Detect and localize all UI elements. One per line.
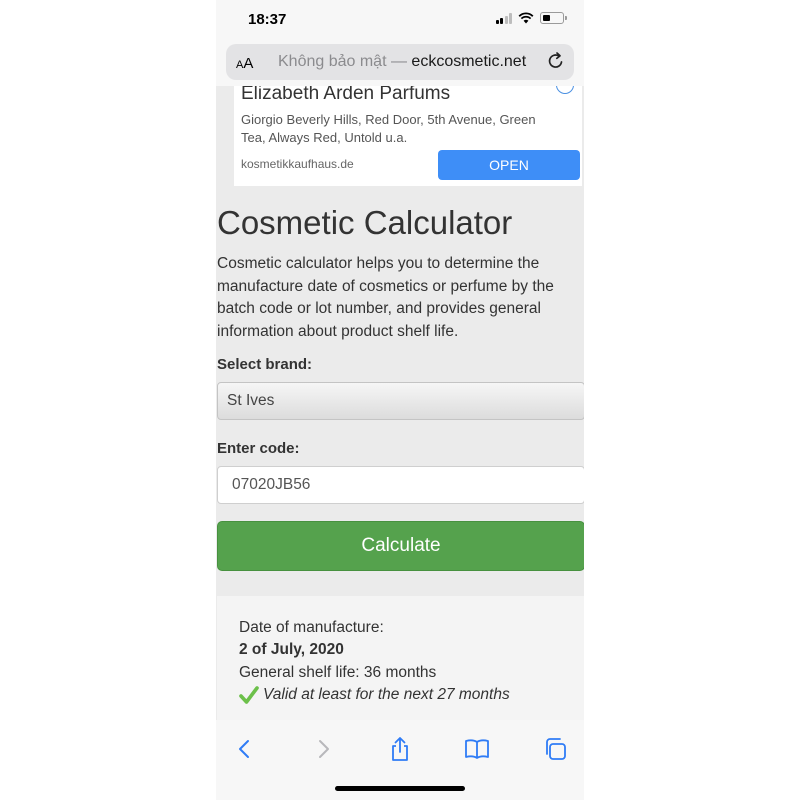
status-time: 18:37 xyxy=(248,11,287,28)
status-icons xyxy=(495,12,567,24)
validity-text: Valid at least for the next 27 months xyxy=(263,686,510,703)
ad-banner[interactable]: Elizabeth Arden Parfums Giorgio Beverly … xyxy=(234,86,582,186)
ad-title[interactable]: Elizabeth Arden Parfums xyxy=(241,86,450,105)
home-indicator[interactable] xyxy=(335,786,465,791)
checkmark-icon xyxy=(239,686,259,704)
manufacture-date: 2 of July, 2020 xyxy=(239,641,344,658)
result-panel: Date of manufacture: 2 of July, 2020 Gen… xyxy=(217,596,584,726)
battery-icon xyxy=(540,12,567,24)
bookmarks-icon[interactable] xyxy=(464,736,490,762)
share-icon[interactable] xyxy=(387,736,413,762)
tabs-icon[interactable] xyxy=(542,736,568,762)
forward-icon[interactable] xyxy=(310,736,336,762)
ad-domain: kosmetikkaufhaus.de xyxy=(241,157,354,171)
ad-description: Giorgio Beverly Hills, Red Door, 5th Ave… xyxy=(241,112,536,145)
manufacture-label: Date of manufacture: xyxy=(239,619,384,636)
validity-row: Valid at least for the next 27 months xyxy=(239,685,510,705)
code-input[interactable]: 07020JB56 xyxy=(217,466,584,504)
page-intro: Cosmetic calculator helps you to determi… xyxy=(217,255,554,340)
calculate-button[interactable]: Calculate xyxy=(217,521,584,571)
reload-icon[interactable] xyxy=(546,51,566,71)
shelf-life-text: General shelf life: 36 months xyxy=(239,664,437,681)
address-bar-container: AA Không bảo mật — eckcosmetic.net xyxy=(216,40,584,86)
brand-select[interactable]: St Ives xyxy=(217,382,584,420)
page-title: Cosmetic Calculator xyxy=(217,204,513,241)
brand-label: Select brand: xyxy=(217,356,313,373)
status-bar: 18:37 xyxy=(216,0,584,40)
reader-settings-button[interactable]: AA xyxy=(236,55,253,72)
browser-window: 18:37 AA Không bảo mật — eckcosmetic.net xyxy=(216,0,584,800)
wifi-icon xyxy=(518,12,534,24)
cellular-signal-icon xyxy=(495,12,512,24)
code-label: Enter code: xyxy=(217,440,300,457)
url-display[interactable]: Không bảo mật — eckcosmetic.net xyxy=(278,53,548,71)
ad-open-button[interactable]: OPEN xyxy=(438,150,580,180)
back-icon[interactable] xyxy=(232,736,258,762)
security-warning-text: Không bảo mật — xyxy=(278,53,412,70)
address-bar[interactable]: AA Không bảo mật — eckcosmetic.net xyxy=(226,44,574,80)
ad-info-icon[interactable] xyxy=(556,86,574,94)
url-domain: eckcosmetic.net xyxy=(411,53,527,70)
